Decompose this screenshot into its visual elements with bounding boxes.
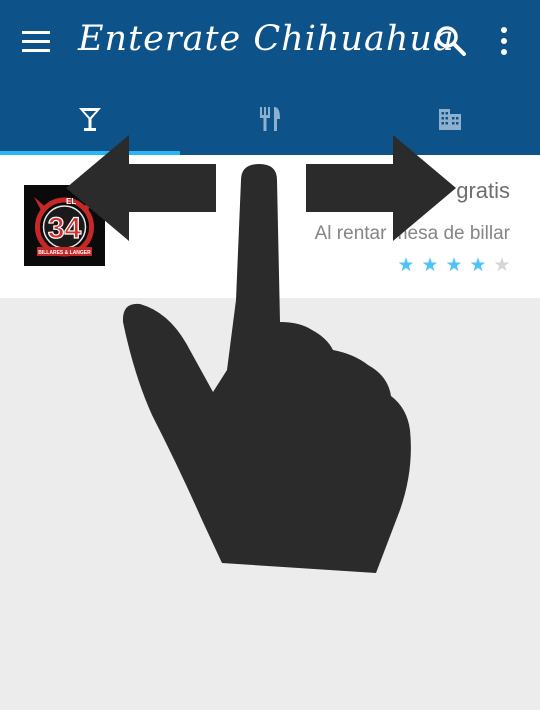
- swipe-tutorial-overlay: [66, 135, 456, 573]
- right-arrow-icon: [306, 135, 456, 241]
- left-arrow-icon: [66, 135, 216, 241]
- swipe-hand-icon: [122, 164, 411, 573]
